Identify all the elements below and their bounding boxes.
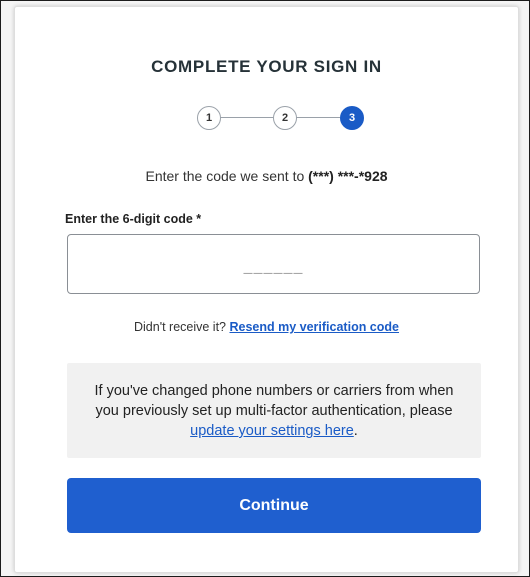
page-title: COMPLETE YOUR SIGN IN [151, 57, 382, 76]
masked-phone-number: (***) ***-*928 [308, 168, 388, 184]
code-sent-message: Enter the code we sent to (***) ***-*928 [15, 168, 518, 184]
verification-code-input[interactable] [68, 235, 479, 293]
resend-line: Didn't receive it? Resend my verificatio… [15, 320, 518, 334]
step-2: 2 [273, 106, 297, 130]
code-sent-prefix: Enter the code we sent to [145, 168, 309, 184]
update-settings-link[interactable]: update your settings here [190, 423, 354, 439]
progress-stepper: 1 2 3 [197, 106, 364, 130]
info-text: If you've changed phone numbers or carri… [94, 383, 454, 419]
verification-code-field[interactable] [67, 234, 480, 294]
resend-prefix: Didn't receive it? [134, 320, 230, 334]
step-connector [219, 117, 273, 118]
info-suffix: . [353, 423, 358, 439]
step-1: 1 [197, 106, 221, 130]
code-field-label: Enter the 6-digit code * [65, 212, 202, 226]
page-frame: COMPLETE YOUR SIGN IN 1 2 3 Enter the co… [0, 0, 530, 577]
resend-code-link[interactable]: Resend my verification code [229, 320, 399, 334]
step-3-active: 3 [340, 106, 364, 130]
settings-info-box: If you've changed phone numbers or carri… [67, 363, 481, 458]
sign-in-card: COMPLETE YOUR SIGN IN 1 2 3 Enter the co… [14, 6, 519, 573]
continue-button[interactable]: Continue [67, 478, 481, 533]
step-connector [295, 117, 340, 118]
